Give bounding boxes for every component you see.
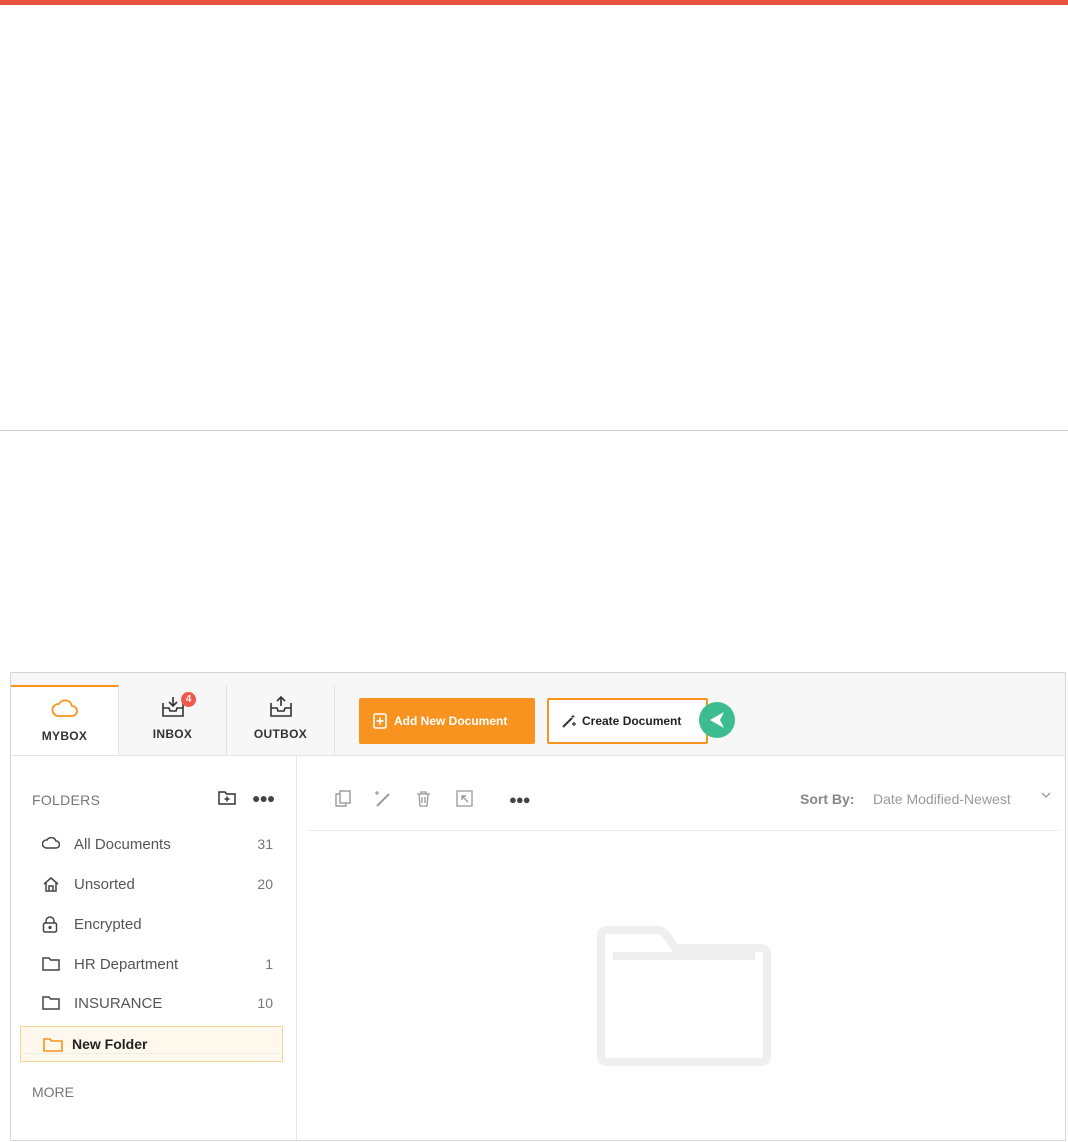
move-icon[interactable]: [456, 790, 473, 812]
create-document-button[interactable]: Create Document: [547, 698, 708, 744]
trash-icon[interactable]: [416, 790, 431, 812]
cloud-icon: [41, 836, 61, 854]
chevron-down-icon[interactable]: [1041, 790, 1051, 802]
tutorial-pointer-icon: [699, 702, 735, 738]
rename-icon[interactable]: [375, 790, 393, 812]
sidebar-item-count: 10: [257, 995, 273, 1011]
more-heading[interactable]: MORE: [32, 1084, 74, 1100]
sidebar-item-count: 20: [257, 876, 273, 892]
sidebar-item-count: 1: [265, 956, 273, 972]
tab-mybox[interactable]: MYBOX: [11, 685, 119, 755]
file-plus-icon: [373, 713, 387, 732]
tab-inbox-label: INBOX: [152, 727, 193, 741]
section-divider: [0, 430, 1068, 431]
folders-heading: FOLDERS: [32, 792, 101, 808]
create-document-label: Create Document: [582, 714, 682, 728]
add-new-document-button[interactable]: Add New Document: [359, 698, 535, 744]
sidebar-item-label: Encrypted: [74, 916, 142, 933]
header-bar: MYBOX 4 INBOX OUTBOX Add New Document Cr…: [11, 673, 1065, 756]
sidebar-item-label: INSURANCE: [74, 995, 163, 1012]
sidebar-item-unsorted[interactable]: Unsorted 20: [20, 866, 283, 902]
tab-mybox-label: MYBOX: [41, 729, 88, 743]
outbox-icon: [267, 695, 295, 724]
lock-icon: [42, 916, 58, 937]
toolbar-divider: [307, 830, 1059, 831]
folders-more-icon[interactable]: ●●●: [252, 790, 275, 806]
document-manager: MYBOX 4 INBOX OUTBOX Add New Document Cr…: [10, 672, 1066, 1141]
copy-icon[interactable]: [335, 790, 351, 812]
new-folder-icon[interactable]: [218, 789, 236, 810]
more-actions-icon[interactable]: ●●●: [509, 792, 531, 807]
sort-select[interactable]: Date Modified-Newest: [873, 791, 1011, 807]
document-list-area: ●●● Sort By: Date Modified-Newest: [297, 756, 1065, 1140]
sidebar-divider: [20, 1053, 283, 1054]
folders-sidebar: FOLDERS ●●● All Documents 31 Unsorted 20…: [11, 756, 297, 1140]
sidebar-item-new-folder[interactable]: New Folder: [20, 1026, 283, 1062]
home-icon: [42, 876, 60, 896]
sidebar-item-insurance[interactable]: INSURANCE 10: [20, 985, 283, 1021]
tab-outbox[interactable]: OUTBOX: [227, 685, 335, 755]
add-new-document-label: Add New Document: [394, 714, 508, 728]
folder-icon: [42, 956, 60, 975]
sort-by-label: Sort By:: [800, 791, 855, 807]
folder-icon: [42, 995, 60, 1014]
empty-folder-icon: [597, 926, 771, 1071]
inbox-count-badge: 4: [181, 692, 196, 707]
sidebar-item-encrypted[interactable]: Encrypted: [20, 906, 283, 942]
sidebar-item-label: HR Department: [74, 956, 179, 973]
sidebar-item-hr-department[interactable]: HR Department 1: [20, 946, 283, 982]
sidebar-item-label: Unsorted: [74, 876, 135, 893]
tab-inbox[interactable]: 4 INBOX: [119, 685, 227, 755]
sidebar-item-label: New Folder: [72, 1036, 148, 1052]
magic-wand-icon: [561, 713, 577, 732]
sidebar-item-count: 31: [257, 836, 273, 852]
top-accent-bar: [0, 0, 1068, 5]
tab-outbox-label: OUTBOX: [253, 727, 308, 741]
sidebar-item-label: All Documents: [74, 836, 171, 853]
cloud-icon: [51, 697, 79, 724]
sidebar-item-all-documents[interactable]: All Documents 31: [20, 826, 283, 862]
